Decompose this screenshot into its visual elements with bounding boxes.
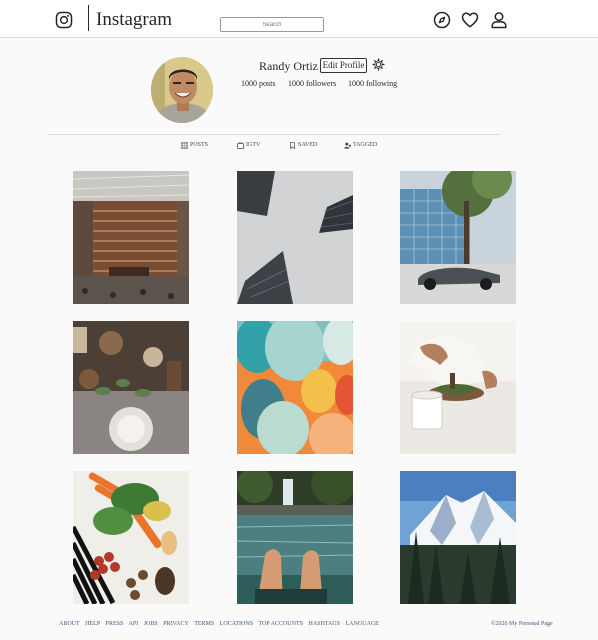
logo-wordmark[interactable]: Instagram <box>96 9 172 31</box>
footer-link-privacy[interactable]: PRIVACY <box>163 621 189 627</box>
waterfall-feet-photo[interactable] <box>237 471 353 604</box>
bookmark-icon <box>290 141 295 149</box>
footer-link-jobs[interactable]: JOBS <box>144 621 158 627</box>
tab-posts[interactable]: POSTS <box>181 140 208 150</box>
footer-links: ABOUT HELP PRESS API JOBS PRIVACY TERMS … <box>59 619 559 629</box>
tab-tagged-label: TAGGED <box>353 142 378 148</box>
car-street-photo[interactable] <box>400 171 516 304</box>
skyscraper-fog-photo[interactable] <box>237 171 353 304</box>
tab-posts-label: POSTS <box>190 142 209 148</box>
footer-link-hashtags[interactable]: HASHTAGS <box>308 621 340 627</box>
footer-link-about[interactable]: ABOUT <box>59 621 80 627</box>
footer-link-api[interactable]: API <box>129 621 139 627</box>
tab-saved[interactable]: SAVED <box>289 140 317 150</box>
footer-link-terms[interactable]: TERMS <box>194 621 214 627</box>
grid-icon <box>181 141 188 149</box>
library-bookshelf-photo[interactable] <box>73 171 189 304</box>
edit-profile-button[interactable]: Edit Profile <box>320 58 367 73</box>
footer-link-press[interactable]: PRESS <box>106 621 124 627</box>
igtv-icon <box>237 141 244 149</box>
profile-icon[interactable] <box>490 11 508 29</box>
avatar[interactable] <box>151 57 213 123</box>
coffee-brewing-photo[interactable] <box>400 321 516 454</box>
snowy-mountain-photo[interactable] <box>400 471 516 604</box>
gear-icon[interactable] <box>372 58 385 71</box>
profile-tabs: POSTS IGTV SAVED TAGGED <box>0 140 598 150</box>
tagged-icon <box>344 142 351 149</box>
instagram-camera-icon[interactable] <box>55 11 73 29</box>
heart-icon[interactable] <box>461 11 479 29</box>
posts-count[interactable]: 1000 posts <box>241 79 275 89</box>
search-input[interactable] <box>220 17 324 32</box>
balloons-photo[interactable] <box>237 321 353 454</box>
dinner-table-photo[interactable] <box>73 321 189 454</box>
logo-divider <box>88 5 89 31</box>
vegetables-photo[interactable] <box>73 471 189 604</box>
compass-icon[interactable] <box>433 11 451 29</box>
followers-count[interactable]: 1000 followers <box>288 79 336 89</box>
tab-igtv[interactable]: IGTV <box>237 140 260 150</box>
footer-link-help[interactable]: HELP <box>85 621 100 627</box>
tab-igtv-label: IGTV <box>246 142 261 148</box>
top-nav-bar: Instagram <box>0 0 598 38</box>
footer-link-top-accounts[interactable]: TOP ACCOUNTS <box>258 621 303 627</box>
profile-username: Randy Ortiz <box>259 59 318 73</box>
tab-saved-label: SAVED <box>298 142 318 148</box>
tab-tagged[interactable]: TAGGED <box>344 140 377 150</box>
footer-link-language[interactable]: LANGUAGE <box>346 621 379 627</box>
following-count[interactable]: 1000 following <box>348 79 397 89</box>
footer-link-locations[interactable]: LOCATIONS <box>220 621 253 627</box>
copyright-text: ©2020 My Personal Page <box>491 621 553 627</box>
profile-divider <box>48 134 500 135</box>
